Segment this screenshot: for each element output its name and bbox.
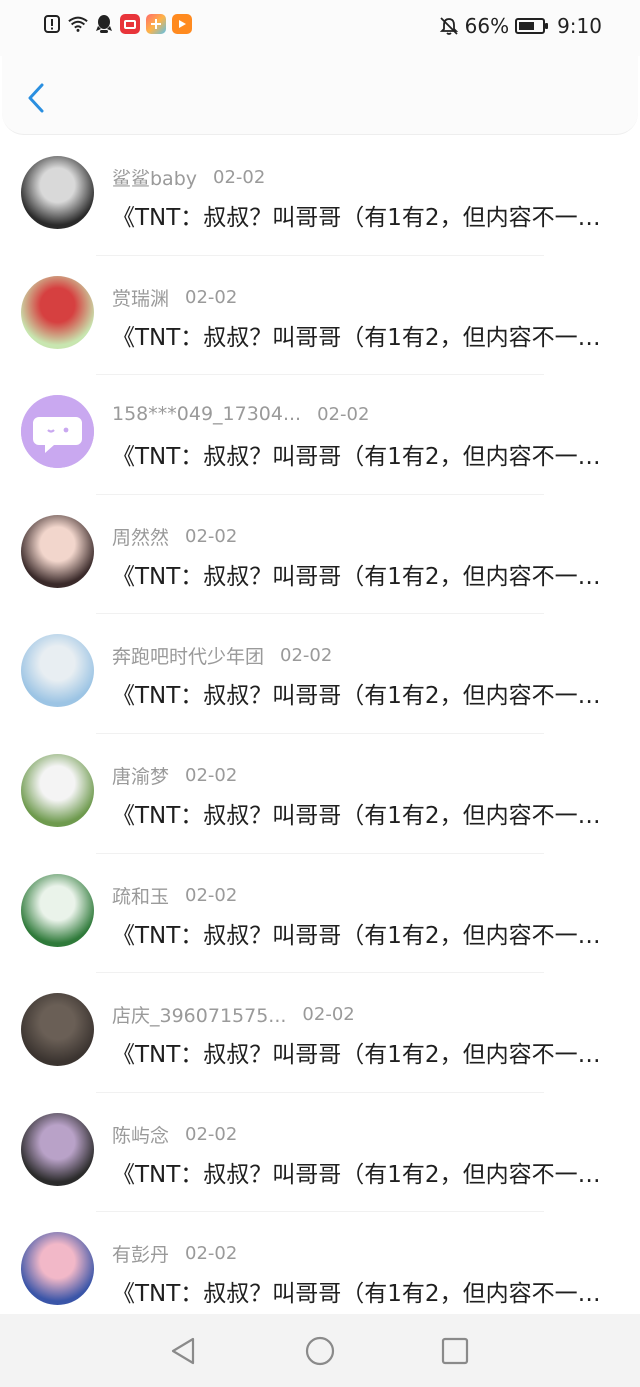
bell-muted-icon [439, 16, 459, 36]
list-item[interactable]: 奔跑吧时代少年团 02-02 《TNT：叔叔？叫哥哥（有1有2，但内容不一样） [0, 614, 640, 734]
message-text: 《TNT：叔叔？叫哥哥（有1有2，但内容不一样） [112, 922, 612, 949]
battery-level [519, 22, 534, 30]
message-date: 02-02 [185, 1123, 238, 1145]
name-row: 158***049_17304... 02-02 [112, 403, 369, 425]
name-row: 唐渝梦 02-02 [112, 762, 237, 789]
name-row: 陈屿念 02-02 [112, 1121, 237, 1148]
avatar[interactable] [21, 634, 94, 708]
message-date: 02-02 [185, 1243, 238, 1265]
square-recents-icon [441, 1337, 469, 1365]
avatar[interactable] [21, 753, 94, 827]
nav-back-button[interactable] [166, 1334, 200, 1368]
avatar[interactable] [21, 395, 94, 469]
notification-icons [42, 14, 192, 34]
name-row: 疏和玉 02-02 [112, 882, 237, 909]
message-date: 02-02 [185, 884, 238, 906]
message-text: 《TNT：叔叔？叫哥哥（有1有2，但内容不一样） [112, 683, 612, 710]
list-item[interactable]: 周然然 02-02 《TNT：叔叔？叫哥哥（有1有2，但内容不一样） [0, 495, 640, 615]
avatar[interactable] [21, 1112, 94, 1186]
top-bar [2, 56, 638, 135]
message-text: 《TNT：叔叔？叫哥哥（有1有2，但内容不一样） [112, 205, 612, 231]
sender-name: 赏瑞渊 [112, 287, 170, 310]
message-date: 02-02 [185, 764, 238, 786]
message-list: 鲨鲨baby 02-02 《TNT：叔叔？叫哥哥（有1有2，但内容不一样） 赏瑞渊 02… [0, 136, 640, 1332]
message-text: 《TNT：叔叔？叫哥哥（有1有2，但内容不一样） [112, 1161, 612, 1188]
sender-name: 店庆_396071575... [112, 1005, 287, 1028]
message-date: 02-02 [185, 525, 238, 547]
list-item[interactable]: 陈屿念 02-02 《TNT：叔叔？叫哥哥（有1有2，但内容不一样） [0, 1093, 640, 1213]
name-row: 有彭丹 02-02 [112, 1240, 237, 1267]
message-text: 《TNT：叔叔？叫哥哥（有1有2，但内容不一样） [112, 324, 612, 351]
name-row: 周然然 02-02 [112, 523, 237, 550]
name-row: 奔跑吧时代少年团 02-02 [112, 642, 332, 669]
list-item[interactable]: 158***049_17304... 02-02 《TNT：叔叔？叫哥哥（有1有2，… [0, 375, 640, 495]
avatar[interactable] [21, 275, 94, 349]
sender-name: 陈屿念 [112, 1124, 170, 1147]
avatar[interactable] [21, 873, 94, 947]
qq-icon [94, 14, 114, 34]
app-icon-red [120, 14, 140, 34]
message-text: 《TNT：叔叔？叫哥哥（有1有2，但内容不一样） [112, 1281, 612, 1308]
sender-name: 周然然 [112, 526, 170, 549]
name-row: 赏瑞渊 02-02 [112, 284, 237, 311]
triangle-back-icon [171, 1337, 195, 1365]
sender-name: 奔跑吧时代少年团 [112, 646, 265, 669]
avatar[interactable] [21, 156, 94, 229]
sender-name: 唐渝梦 [112, 765, 170, 788]
sender-name: 158***049_17304... [112, 403, 302, 426]
message-date: 02-02 [317, 403, 370, 425]
system-indicators: 66% 9:10 [439, 14, 602, 38]
sender-name: 疏和玉 [112, 885, 170, 908]
message-date: 02-02 [185, 286, 238, 308]
avatar[interactable] [21, 1232, 94, 1306]
status-bar: 66% 9:10 [0, 0, 640, 56]
message-text: 《TNT：叔叔？叫哥哥（有1有2，但内容不一样） [112, 1042, 612, 1069]
battery-percent: 66% [464, 14, 510, 38]
app-icon-orange [172, 14, 192, 34]
list-item[interactable]: 赏瑞渊 02-02 《TNT：叔叔？叫哥哥（有1有2，但内容不一样） [0, 256, 640, 376]
name-row: 鲨鲨baby 02-02 [112, 164, 265, 191]
list-item[interactable]: 疏和玉 02-02 《TNT：叔叔？叫哥哥（有1有2，但内容不一样） [0, 854, 640, 974]
sender-name: 鲨鲨baby [112, 168, 198, 190]
chevron-left-icon [28, 83, 44, 113]
list-item[interactable]: 唐渝梦 02-02 《TNT：叔叔？叫哥哥（有1有2，但内容不一样） [0, 734, 640, 854]
circle-home-icon [305, 1336, 335, 1366]
clock: 9:10 [557, 14, 602, 38]
message-date: 02-02 [280, 645, 333, 667]
avatar[interactable] [21, 993, 94, 1067]
avatar[interactable] [21, 514, 94, 588]
nav-home-button[interactable] [303, 1334, 337, 1368]
system-nav-bar [0, 1314, 640, 1387]
alert-icon [42, 14, 62, 34]
nav-recents-button[interactable] [438, 1334, 472, 1368]
message-text: 《TNT：叔叔？叫哥哥（有1有2，但内容不一样） [112, 444, 612, 471]
back-button[interactable] [22, 80, 50, 116]
app-icon-colorful [146, 14, 166, 34]
list-item[interactable]: 鲨鲨baby 02-02 《TNT：叔叔？叫哥哥（有1有2，但内容不一样） [0, 136, 640, 256]
sender-name: 有彭丹 [112, 1244, 170, 1267]
message-date: 02-02 [302, 1004, 355, 1026]
battery-icon [515, 18, 549, 34]
message-date: 02-02 [213, 167, 266, 188]
message-text: 《TNT：叔叔？叫哥哥（有1有2，但内容不一样） [112, 802, 612, 829]
name-row: 店庆_396071575... 02-02 [112, 1001, 355, 1028]
wifi-icon [68, 14, 88, 34]
list-item[interactable]: 店庆_396071575... 02-02 《TNT：叔叔？叫哥哥（有1有2，但内容… [0, 973, 640, 1093]
message-text: 《TNT：叔叔？叫哥哥（有1有2，但内容不一样） [112, 563, 612, 590]
